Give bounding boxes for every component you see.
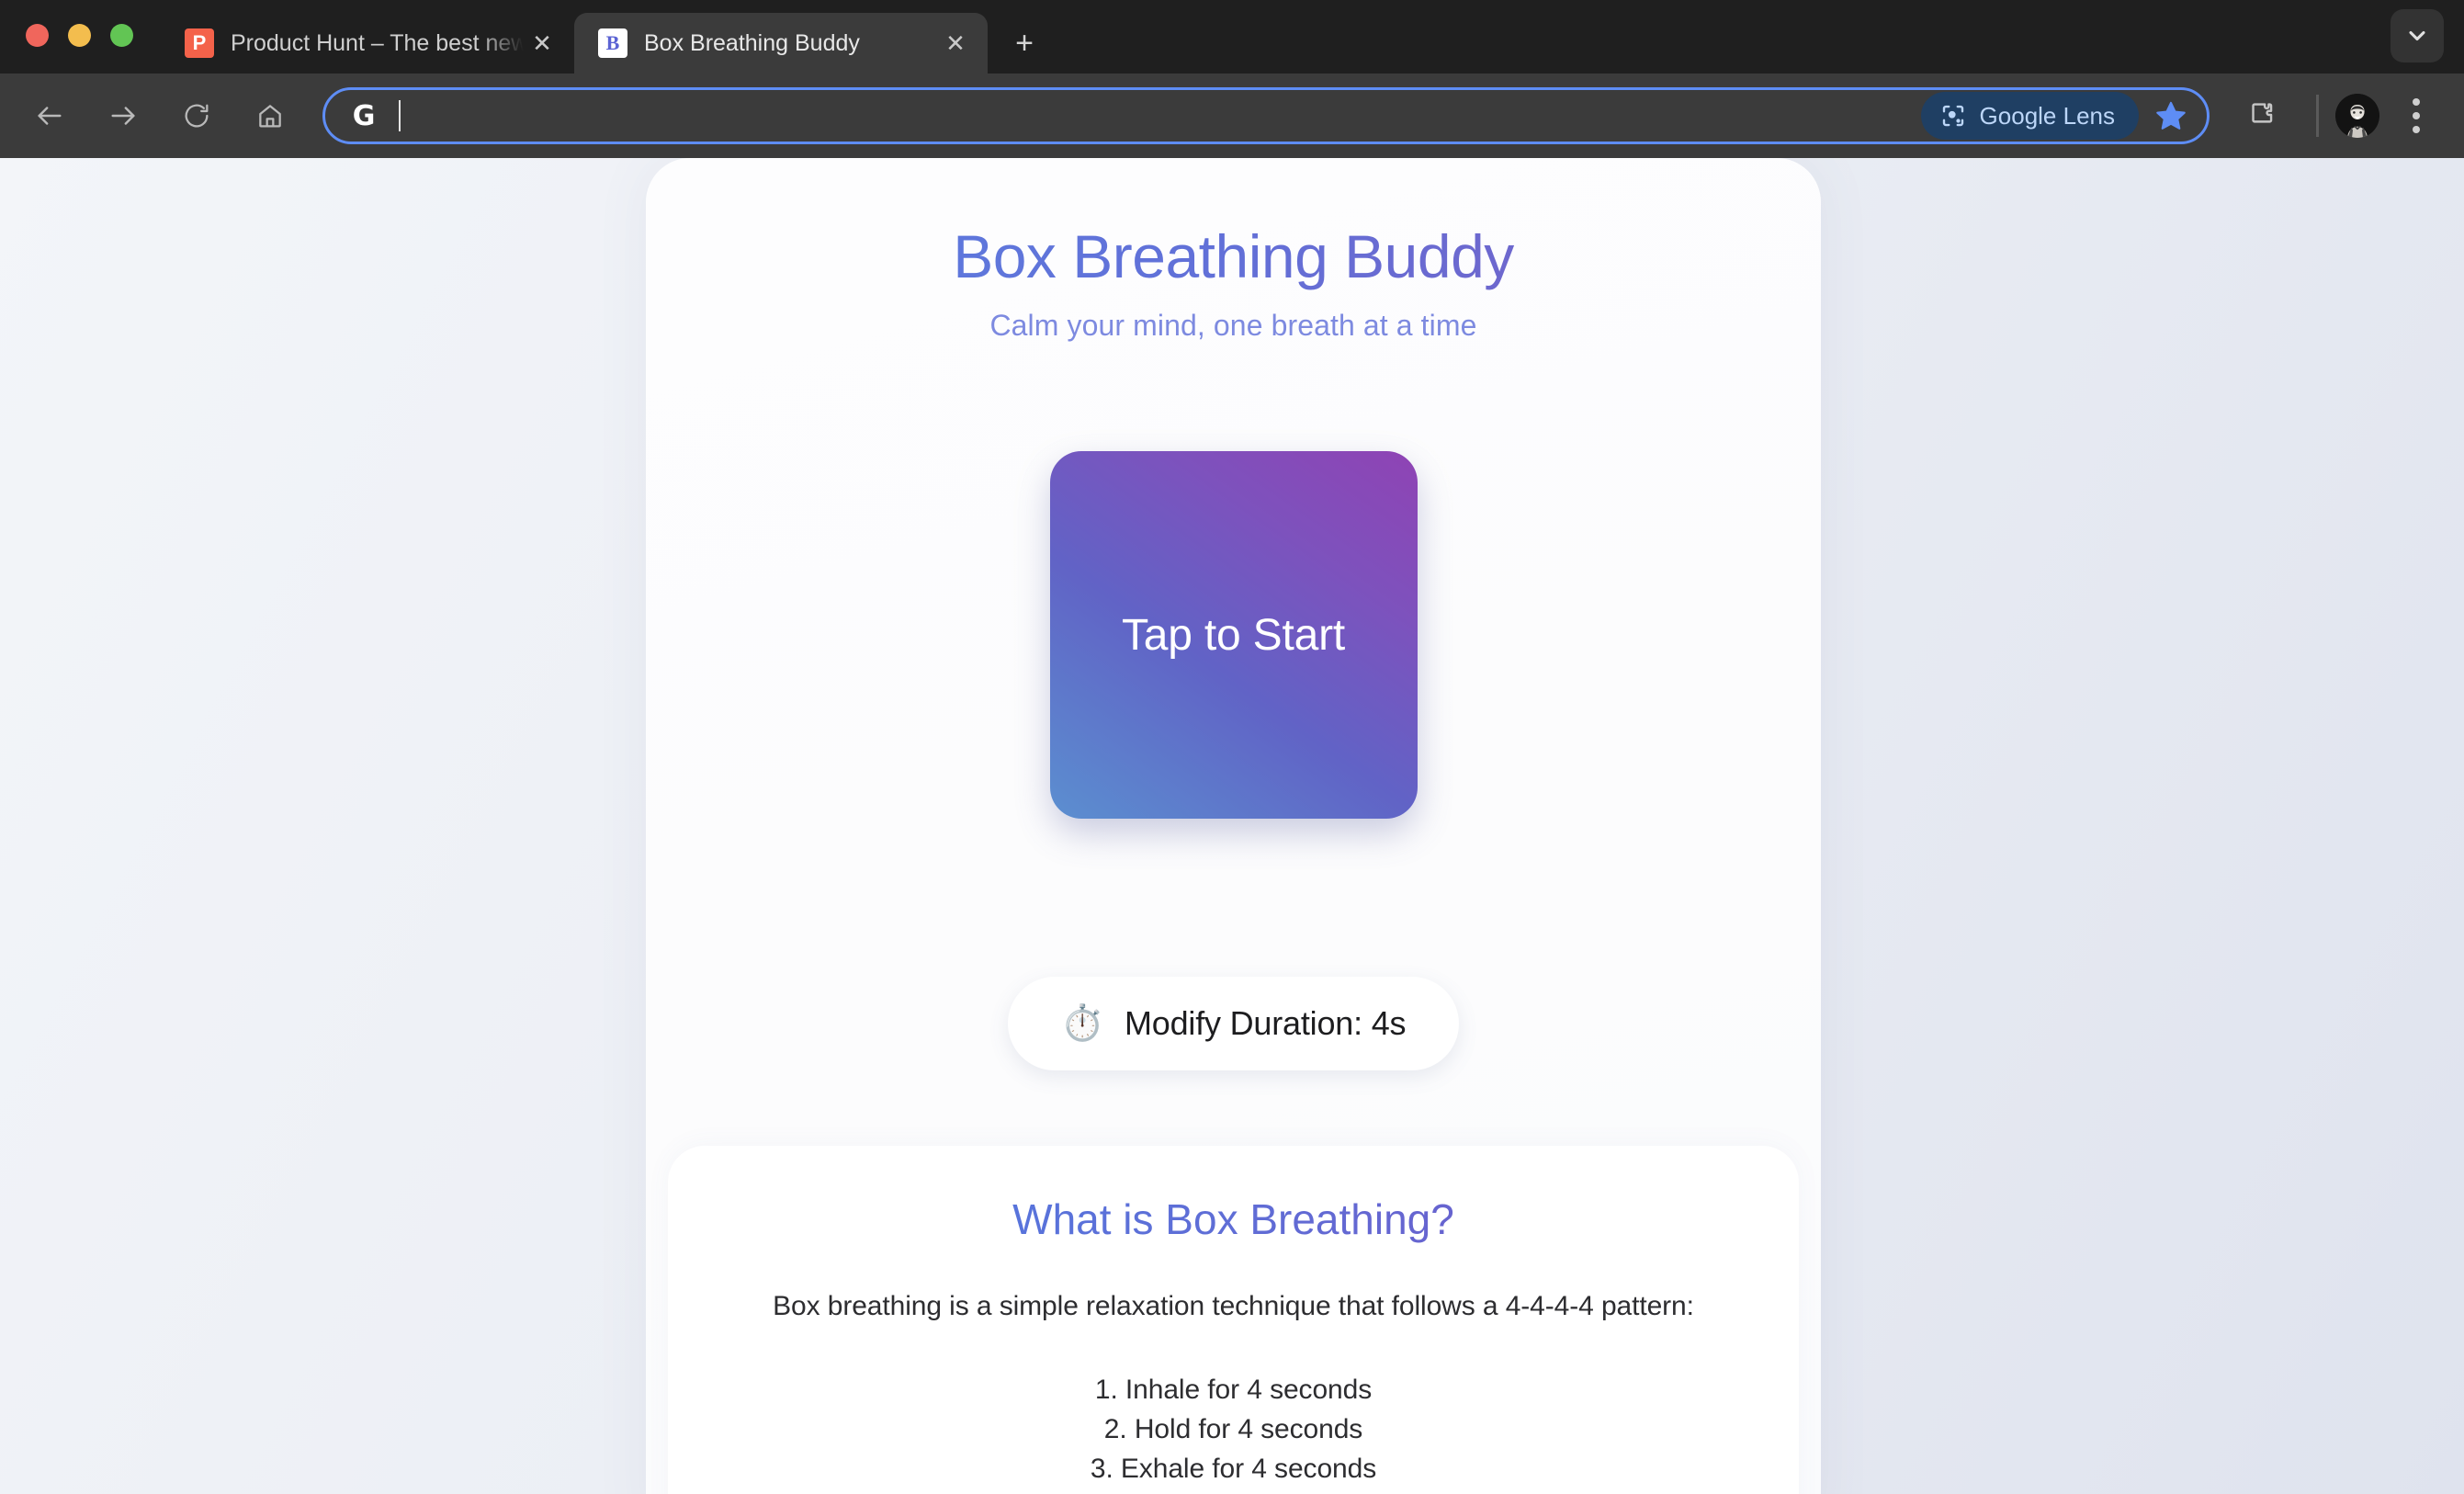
window-traffic-lights <box>26 0 133 74</box>
arrow-left-icon <box>38 107 62 125</box>
forward-button[interactable] <box>95 87 152 144</box>
breathing-start-button[interactable]: Tap to Start <box>1049 451 1418 819</box>
list-item: 3. Exhale for 4 seconds <box>1090 1454 1377 1484</box>
home-icon <box>259 105 281 128</box>
modify-duration-label: Modify Duration: 4s <box>1124 1004 1407 1042</box>
duration-container: ⏱️ Modify Duration: 4s <box>646 977 1821 1070</box>
tab-product-hunt[interactable]: P Product Hunt – The best new ✕ <box>161 13 574 74</box>
tab-strip: P Product Hunt – The best new ✕ B Box Br… <box>0 0 2464 74</box>
info-heading: What is Box Breathing? <box>723 1190 1744 1249</box>
menu-dot-icon <box>2413 112 2420 119</box>
list-item: 1. Inhale for 4 seconds <box>1094 1375 1373 1405</box>
page-viewport: Box Breathing Buddy Calm your mind, one … <box>0 158 2464 1494</box>
new-tab-button[interactable]: + <box>1000 19 1048 67</box>
google-lens-label: Google Lens <box>1979 101 2115 130</box>
page-title: Box Breathing Buddy <box>646 217 1821 296</box>
app-card: Box Breathing Buddy Calm your mind, one … <box>646 158 1821 1494</box>
page-subtitle: Calm your mind, one breath at a time <box>989 309 1477 342</box>
tab-close-icon[interactable]: ✕ <box>940 28 971 59</box>
tab-title: Product Hunt – The best new <box>231 30 526 56</box>
google-lens-button[interactable]: Google Lens <box>1920 92 2139 140</box>
info-panel: What is Box Breathing? Box breathing is … <box>668 1146 1799 1494</box>
google-lens-icon <box>1942 105 1963 127</box>
arrow-right-icon <box>111 107 135 125</box>
stopwatch-icon: ⏱️ <box>1060 1004 1104 1043</box>
menu-dot-icon <box>2413 126 2420 133</box>
reload-button[interactable] <box>168 87 225 144</box>
product-hunt-favicon-icon: P <box>185 28 214 58</box>
profile-avatar[interactable] <box>2335 94 2379 138</box>
maximize-window-button[interactable] <box>110 23 133 47</box>
toolbar-right-actions <box>2226 87 2442 144</box>
browser-menu-button[interactable] <box>2391 90 2442 141</box>
home-button[interactable] <box>242 87 299 144</box>
text-cursor <box>399 100 401 131</box>
modify-duration-button[interactable]: ⏱️ Modify Duration: 4s <box>1007 977 1460 1070</box>
reload-icon <box>185 104 209 128</box>
menu-dot-icon <box>2413 98 2420 106</box>
list-item: 4. Hold for 4 seconds <box>723 1488 1744 1494</box>
close-window-button[interactable] <box>26 23 49 47</box>
back-button[interactable] <box>21 87 78 144</box>
breathing-button-label: Tap to Start <box>1121 610 1346 660</box>
tab-box-breathing-buddy[interactable]: B Box Breathing Buddy ✕ <box>574 13 988 74</box>
puzzle-piece-icon <box>2252 103 2273 123</box>
list-item: 2. Hold for 4 seconds <box>1103 1414 1363 1444</box>
google-search-icon: G <box>352 99 376 132</box>
info-description: Box breathing is a simple relaxation tec… <box>773 1291 1694 1321</box>
extensions-button[interactable] <box>2234 87 2291 144</box>
bookmark-button[interactable] <box>2144 89 2198 142</box>
browser-window: P Product Hunt – The best new ✕ B Box Br… <box>0 0 2464 1494</box>
box-breathing-favicon-icon: B <box>598 28 627 58</box>
browser-toolbar: G Google Lens <box>0 74 2464 158</box>
avatar-icon <box>2335 94 2379 138</box>
tab-title: Box Breathing Buddy <box>644 30 860 56</box>
breathing-steps-list: 1. Inhale for 4 seconds 2. Hold for 4 se… <box>723 1370 1744 1494</box>
breathing-box-container: Tap to Start <box>646 451 1821 819</box>
minimize-window-button[interactable] <box>68 23 91 47</box>
tab-close-icon[interactable]: ✕ <box>526 28 558 59</box>
star-icon <box>2156 101 2186 130</box>
toolbar-divider <box>2316 95 2319 137</box>
address-bar[interactable]: G Google Lens <box>322 87 2210 144</box>
chevron-down-icon <box>2409 30 2425 41</box>
tab-search-button[interactable] <box>2391 9 2444 62</box>
